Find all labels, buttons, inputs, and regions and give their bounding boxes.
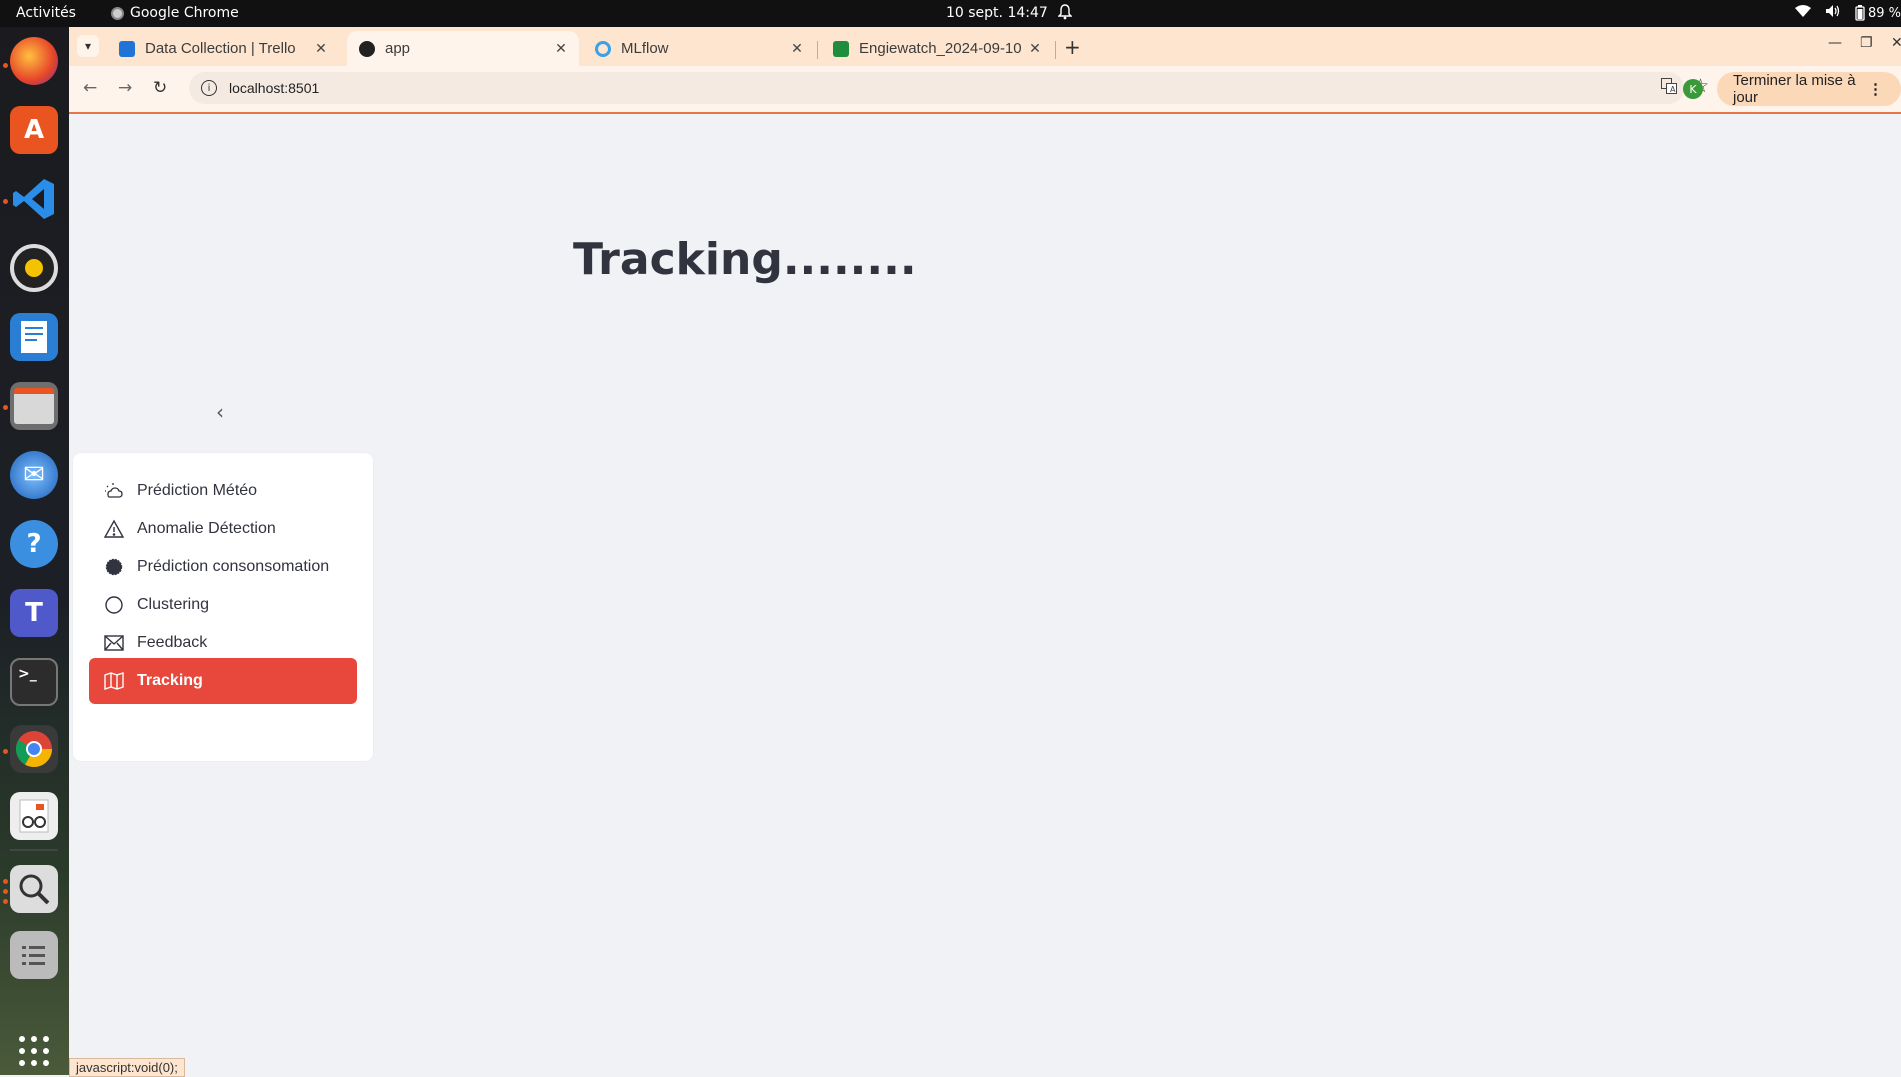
update-button-label: Terminer la mise à jour [1733, 72, 1856, 106]
dock-separator [10, 849, 58, 851]
tab-title: Data Collection | Trello [145, 40, 296, 57]
app-center-icon[interactable]: A [10, 106, 58, 154]
new-tab-button[interactable]: + [1064, 35, 1081, 59]
page-content: Tracking........ ‹ Prédiction Météo Anom… [69, 114, 1901, 1075]
app-name: Google Chrome [130, 5, 239, 21]
chrome-icon [111, 6, 124, 20]
circle-icon [103, 594, 125, 616]
files-icon[interactable] [10, 382, 58, 430]
ubuntu-dock: A ✉ ? T >_ [0, 27, 69, 1075]
battery-indicator: 89 % [1855, 5, 1901, 21]
reload-icon[interactable]: ↻ [153, 78, 167, 98]
tab-separator [1055, 41, 1056, 59]
notification-bell-icon[interactable] [1057, 4, 1073, 24]
tab-search-button[interactable]: ▾ [77, 35, 99, 57]
app-menu[interactable]: Google Chrome [111, 5, 239, 21]
site-info-icon[interactable]: i [201, 80, 217, 96]
browser-toolbar: ← → ↻ i localhost:8501 A ☆ K Terminer la… [69, 66, 1901, 114]
clock[interactable]: 10 sept. 14:47 [946, 5, 1048, 21]
battery-percent: 89 % [1867, 5, 1901, 21]
collapse-sidebar-icon[interactable]: ‹ [216, 400, 224, 424]
running-indicator [3, 199, 8, 204]
trello-favicon-icon [119, 40, 135, 57]
settings-app-icon[interactable] [10, 931, 58, 979]
tab-title: Engiewatch_2024-09-10 [859, 40, 1022, 57]
thunderbird-icon[interactable]: ✉ [10, 451, 58, 499]
more-menu-icon[interactable]: ⋮ [1868, 80, 1883, 98]
writer-icon[interactable] [10, 313, 58, 361]
teams-icon[interactable]: T [10, 589, 58, 637]
battery-icon [1855, 5, 1865, 21]
restore-icon[interactable]: ❐ [1860, 35, 1873, 51]
menu-item-label: Tracking [137, 672, 203, 689]
menu-item-tracking[interactable]: Tracking [89, 658, 357, 704]
link-status-bar: javascript:void(0); [69, 1058, 185, 1077]
translate-icon[interactable]: A [1661, 78, 1677, 98]
running-indicator [3, 405, 8, 410]
show-apps-icon[interactable] [10, 1027, 58, 1075]
activities-button[interactable]: Activités [16, 5, 76, 21]
cloud-sun-icon [103, 480, 125, 502]
close-tab-icon[interactable]: ✕ [311, 40, 331, 57]
terminal-icon[interactable]: >_ [10, 658, 58, 706]
document-viewer-icon[interactable] [10, 792, 58, 840]
running-indicator [3, 899, 8, 904]
menu-item-label: Prédiction Météo [137, 482, 258, 499]
running-indicator [3, 749, 8, 754]
volume-icon [1825, 4, 1841, 22]
streamlit-favicon-icon [359, 40, 375, 57]
tab-title: app [385, 40, 411, 57]
system-top-bar: Activités Google Chrome 10 sept. 14:47 8… [0, 0, 1901, 27]
option-menu: Prédiction Météo Anomalie Détection Préd… [73, 453, 373, 761]
menu-item-label: Anomalie Détection [137, 520, 276, 537]
tab-separator [817, 41, 818, 59]
svg-text:A: A [1670, 85, 1676, 94]
tab-strip: ▾ Data Collection | Trello ✕ app ✕ MLflo… [69, 27, 1901, 66]
back-arrow-icon[interactable]: ← [83, 78, 97, 98]
map-icon [103, 670, 125, 692]
update-button[interactable]: Terminer la mise à jour ⋮ [1717, 72, 1901, 106]
circle-filled-icon [103, 556, 125, 578]
url-text[interactable]: localhost:8501 [229, 80, 319, 96]
sheets-favicon-icon [833, 40, 849, 57]
close-window-icon[interactable]: ✕ [1891, 35, 1901, 51]
warning-triangle-icon [103, 518, 125, 540]
minimize-icon[interactable]: — [1828, 35, 1842, 51]
system-tray[interactable]: 89 % [1794, 4, 1901, 22]
menu-item-label: Prédiction consonsomation [137, 558, 330, 575]
tab-app[interactable]: app ✕ [347, 31, 579, 66]
page-title: Tracking........ [573, 234, 917, 285]
tab-engiewatch[interactable]: Engiewatch_2024-09-10 ✕ [821, 31, 1053, 66]
envelope-icon [103, 632, 125, 654]
running-indicator [3, 63, 8, 68]
running-indicator [3, 879, 8, 884]
address-bar[interactable]: i localhost:8501 A ☆ [189, 72, 1709, 104]
close-tab-icon[interactable]: ✕ [787, 40, 807, 57]
help-icon[interactable]: ? [10, 520, 58, 568]
menu-item-label: Clustering [137, 596, 210, 613]
running-indicator [3, 889, 8, 894]
firefox-icon[interactable] [10, 37, 58, 85]
tab-title: MLflow [621, 40, 669, 57]
search-app-icon[interactable] [10, 865, 58, 913]
rhythmbox-icon[interactable] [10, 244, 58, 292]
chrome-dock-icon[interactable] [10, 725, 58, 773]
close-tab-icon[interactable]: ✕ [1025, 40, 1045, 57]
profile-avatar[interactable]: K [1683, 79, 1703, 99]
tab-trello[interactable]: Data Collection | Trello ✕ [107, 31, 339, 66]
wifi-icon [1794, 4, 1811, 22]
tab-mlflow[interactable]: MLflow ✕ [583, 31, 815, 66]
close-tab-icon[interactable]: ✕ [551, 40, 571, 57]
mlflow-favicon-icon [595, 40, 611, 57]
forward-arrow-icon[interactable]: → [118, 78, 132, 98]
vscode-icon[interactable] [10, 175, 58, 223]
chevron-down-icon: ▾ [84, 39, 92, 53]
menu-item-label: Feedback [137, 634, 208, 651]
